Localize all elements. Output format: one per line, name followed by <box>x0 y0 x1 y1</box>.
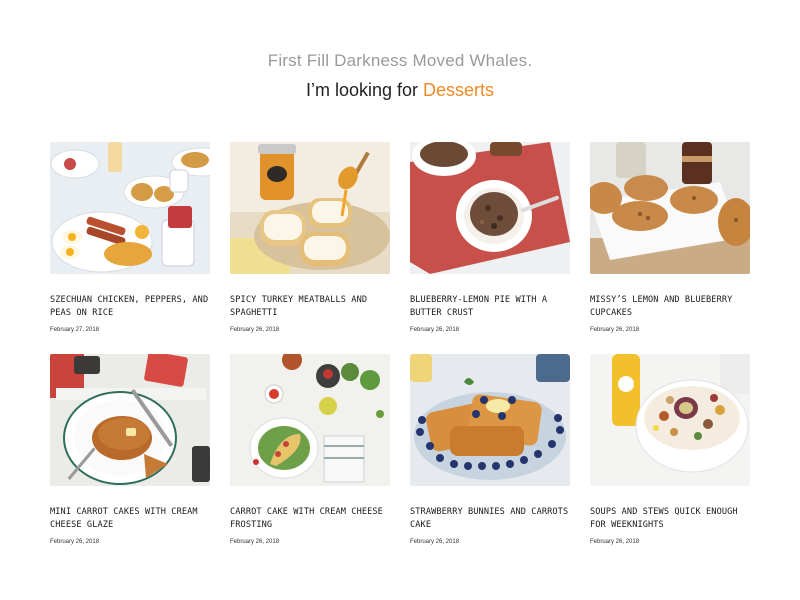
post-title[interactable]: Spicy Turkey Meatballs and Spaghetti <box>230 294 390 320</box>
post-card[interactable]: Mini Carrot Cakes with Cream Cheese Glaz… <box>50 354 210 545</box>
post-card[interactable]: Blueberry-Lemon Pie with a Butter Crust … <box>410 142 570 333</box>
oat-cookies-image <box>590 142 750 274</box>
post-title[interactable]: Carrot Cake with Cream Cheese Frosting <box>230 506 390 532</box>
post-thumbnail[interactable] <box>410 142 570 274</box>
post-thumbnail[interactable] <box>50 142 210 274</box>
post-date: February 26, 2018 <box>230 327 280 333</box>
post-date: February 26, 2018 <box>50 539 100 545</box>
post-thumbnail[interactable] <box>590 354 750 486</box>
category-line: I’m looking for Desserts <box>0 78 800 102</box>
post-date: February 27, 2018 <box>50 327 100 333</box>
fruit-yogurt-bowl-image <box>590 354 750 486</box>
bread-with-honey-image <box>230 142 390 274</box>
pancakes-plate-image <box>50 354 210 486</box>
post-thumbnail[interactable] <box>230 354 390 486</box>
post-title[interactable]: Strawberry Bunnies and Carrots Cake <box>410 506 570 532</box>
post-card[interactable]: Soups and Stews Quick Enough for Weeknig… <box>590 354 750 545</box>
omelette-plate-image <box>230 354 390 486</box>
post-title[interactable]: Szechuan Chicken, Peppers, and Peas on R… <box>50 294 210 320</box>
post-card[interactable]: Szechuan Chicken, Peppers, and Peas on R… <box>50 142 210 333</box>
post-thumbnail[interactable] <box>230 142 390 274</box>
breakfast-plates-image <box>50 142 210 274</box>
post-date: February 26, 2018 <box>590 539 640 545</box>
post-title[interactable]: Mini Carrot Cakes with Cream Cheese Glaz… <box>50 506 210 532</box>
post-card[interactable]: Strawberry Bunnies and Carrots Cake Febr… <box>410 354 570 545</box>
post-thumbnail[interactable] <box>410 354 570 486</box>
post-title[interactable]: Missy’s Lemon and Blueberry Cupcakes <box>590 294 750 320</box>
post-date: February 26, 2018 <box>230 539 280 545</box>
tagline: First Fill Darkness Moved Whales. <box>267 51 533 70</box>
post-date: February 26, 2018 <box>410 539 460 545</box>
post-thumbnail[interactable] <box>50 354 210 486</box>
post-date: February 26, 2018 <box>590 327 640 333</box>
category-prefix: I’m looking for <box>305 80 418 100</box>
french-toast-image <box>410 354 570 486</box>
post-card[interactable]: Missy’s Lemon and Blueberry Cupcakes Feb… <box>590 142 750 333</box>
granola-bowl-image <box>410 142 570 274</box>
post-card[interactable]: Spicy Turkey Meatballs and Spaghetti Feb… <box>230 142 390 333</box>
post-card[interactable]: Carrot Cake with Cream Cheese Frosting F… <box>230 354 390 545</box>
post-title[interactable]: Blueberry-Lemon Pie with a Butter Crust <box>410 294 570 320</box>
post-date: February 26, 2018 <box>410 327 460 333</box>
post-thumbnail[interactable] <box>590 142 750 274</box>
post-title[interactable]: Soups and Stews Quick Enough for Weeknig… <box>590 506 750 532</box>
category-link[interactable]: Desserts <box>423 80 494 100</box>
hero-heading: First Fill Darkness Moved Whales. I’m lo… <box>0 50 800 102</box>
